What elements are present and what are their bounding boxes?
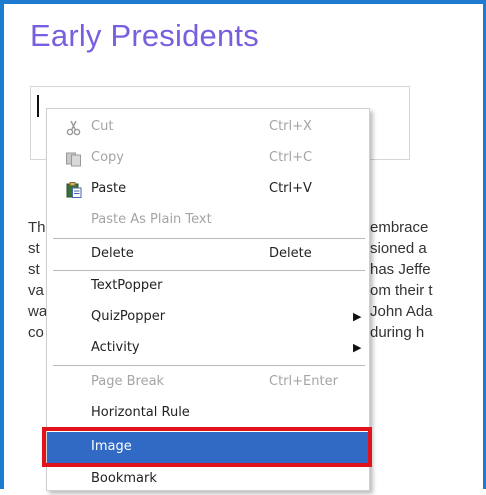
menu-item-label: Activity	[91, 340, 140, 355]
menu-item-copy[interactable]: Copy Ctrl+C	[47, 143, 369, 174]
menu-item-shortcut: Ctrl+C	[269, 150, 313, 165]
menu-item-activity[interactable]: Activity ▶	[47, 333, 369, 364]
body-text-fragment: va	[28, 282, 44, 299]
menu-item-delete[interactable]: Delete Delete	[47, 239, 369, 270]
body-text-fragment: during h	[370, 324, 425, 341]
paste-icon	[66, 182, 82, 198]
menu-item-label: Bookmark	[91, 471, 157, 486]
body-text-fragment: st	[28, 240, 40, 257]
submenu-arrow-icon: ▶	[353, 341, 362, 354]
menu-item-shortcut: Ctrl+X	[269, 119, 312, 134]
menu-item-shortcut: Delete	[269, 246, 312, 261]
callout-highlight-box	[42, 427, 372, 467]
menu-item-paste[interactable]: Paste Ctrl+V	[47, 174, 369, 205]
page-title: Early Presidents	[30, 18, 259, 53]
body-text-fragment: co	[28, 324, 44, 341]
text-caret	[37, 95, 39, 117]
copy-icon	[66, 152, 81, 167]
menu-item-label: Delete	[91, 246, 134, 261]
menu-item-label: Horizontal Rule	[91, 405, 190, 420]
menu-item-label: TextPopper	[91, 278, 163, 293]
body-text-fragment: has Jeffe	[370, 261, 431, 278]
body-text-fragment: sioned a	[370, 240, 427, 257]
menu-item-horizontal-rule[interactable]: Horizontal Rule	[47, 398, 369, 429]
window-frame-left	[0, 0, 4, 489]
menu-item-bookmark[interactable]: Bookmark	[47, 464, 369, 495]
menu-item-label: QuizPopper	[91, 309, 166, 324]
body-text-fragment: embrace	[370, 219, 429, 236]
menu-item-label: Paste As Plain Text	[91, 212, 212, 227]
menu-item-label: Paste	[91, 181, 127, 196]
menu-item-quizpopper[interactable]: QuizPopper ▶	[47, 302, 369, 333]
window-frame-top	[0, 0, 486, 4]
body-text-fragment: om their t	[370, 282, 433, 299]
menu-item-paste-plain-text[interactable]: Paste As Plain Text	[47, 205, 369, 236]
body-text-fragment: John Ada	[370, 303, 433, 320]
menu-item-label: Page Break	[91, 374, 165, 389]
body-text-fragment: Th	[28, 219, 46, 236]
menu-item-shortcut: Ctrl+V	[269, 181, 312, 196]
submenu-arrow-icon: ▶	[353, 310, 362, 323]
menu-item-page-break[interactable]: Page Break Ctrl+Enter	[47, 367, 369, 398]
menu-item-cut[interactable]: Cut Ctrl+X	[47, 112, 369, 143]
body-text-fragment: st	[28, 261, 40, 278]
scissors-icon	[66, 120, 81, 136]
menu-item-textpopper[interactable]: TextPopper	[47, 271, 369, 302]
menu-item-label: Copy	[91, 150, 124, 165]
menu-item-label: Cut	[91, 119, 114, 134]
body-text-fragment: wa	[28, 303, 48, 320]
menu-item-shortcut: Ctrl+Enter	[269, 374, 338, 389]
menu-separator	[53, 365, 365, 366]
